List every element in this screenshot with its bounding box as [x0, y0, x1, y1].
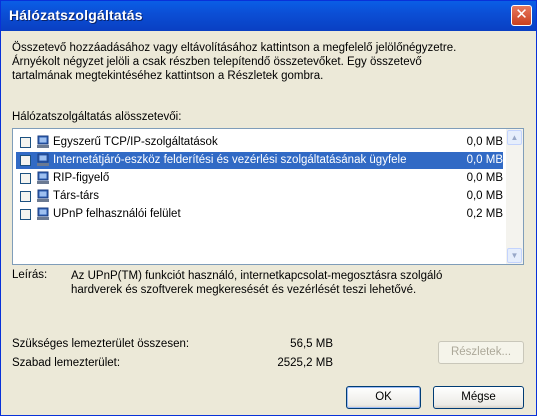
- component-name: RIP-figyelő: [53, 172, 110, 184]
- description-text: Az UPnP(TM) funkciót használó, internetk…: [71, 269, 521, 297]
- network-component-icon: [37, 189, 49, 202]
- component-size: 0,0 MB: [466, 136, 503, 148]
- checkbox[interactable]: [20, 155, 31, 166]
- checkbox[interactable]: [20, 137, 31, 148]
- close-button[interactable]: ✕: [511, 5, 532, 26]
- window-title: Hálózatszolgáltatás: [9, 7, 143, 23]
- network-component-icon: [37, 135, 49, 148]
- component-name: Társ-társ: [53, 190, 99, 202]
- component-row-upnp-ui[interactable]: UPnP felhasználói felület 0,2 MB: [16, 206, 503, 223]
- scroll-up-button[interactable]: ▲: [507, 130, 522, 145]
- description-line-2: hardverek és szoftverek megkeresését és …: [71, 284, 417, 296]
- network-component-icon: [37, 171, 49, 184]
- component-name: UPnP felhasználói felület: [53, 208, 181, 220]
- component-size: 0,0 MB: [466, 172, 503, 184]
- arrow-up-icon: ▲: [510, 133, 519, 142]
- vertical-scrollbar[interactable]: ▲ ▼: [506, 129, 523, 264]
- component-size: 0,2 MB: [466, 208, 503, 220]
- component-row-igd-client[interactable]: Internetátjáró-eszköz felderítési és vez…: [16, 152, 503, 169]
- instructions-line-3: tartalmának megtekintéséhez kattintson a…: [12, 70, 324, 82]
- components-label: Hálózatszolgáltatás alösszetevői:: [12, 111, 182, 123]
- required-space-label: Szükséges lemezterület összesen:: [12, 338, 190, 350]
- description-line-1: Az UPnP(TM) funkciót használó, internetk…: [71, 270, 443, 282]
- checkbox[interactable]: [20, 173, 31, 184]
- network-component-icon: [37, 153, 49, 166]
- free-space-label: Szabad lemezterület:: [12, 357, 121, 369]
- title-bar[interactable]: Hálózatszolgáltatás ✕: [1, 1, 536, 31]
- component-row-peer-to-peer[interactable]: Társ-társ 0,0 MB: [16, 188, 503, 205]
- scroll-down-button[interactable]: ▼: [507, 248, 522, 263]
- checkbox[interactable]: [20, 209, 31, 220]
- component-row-tcpip[interactable]: Egyszerű TCP/IP-szolgáltatások 0,0 MB: [16, 134, 503, 151]
- arrow-down-icon: ▼: [510, 251, 519, 260]
- ok-button[interactable]: OK: [346, 386, 421, 409]
- component-name: Egyszerű TCP/IP-szolgáltatások: [53, 136, 218, 148]
- dialog-window: Hálózatszolgáltatás ✕ Összetevő hozzáadá…: [0, 0, 537, 416]
- free-space-value: 2525,2 MB: [277, 357, 333, 369]
- component-name: Internetátjáró-eszköz felderítési és vez…: [53, 154, 407, 166]
- component-size: 0,0 MB: [466, 190, 503, 202]
- instructions-line-2: Árnyékolt négyzet jelöli a csak részben …: [12, 56, 422, 68]
- component-row-rip-listener[interactable]: RIP-figyelő 0,0 MB: [16, 170, 503, 187]
- details-button[interactable]: Részletek...: [438, 341, 524, 364]
- close-icon: ✕: [515, 5, 528, 23]
- cancel-button[interactable]: Mégse: [433, 386, 524, 409]
- checkbox[interactable]: [20, 191, 31, 202]
- network-component-icon: [37, 207, 49, 220]
- component-size: 0,0 MB: [466, 154, 503, 166]
- required-space-value: 56,5 MB: [290, 338, 333, 350]
- instructions-line-1: Összetevő hozzáadásához vagy eltávolítás…: [12, 42, 457, 54]
- description-label: Leírás:: [12, 269, 48, 281]
- components-list[interactable]: Egyszerű TCP/IP-szolgáltatások 0,0 MB In…: [12, 128, 524, 265]
- instructions-text: Összetevő hozzáadásához vagy eltávolítás…: [12, 41, 527, 83]
